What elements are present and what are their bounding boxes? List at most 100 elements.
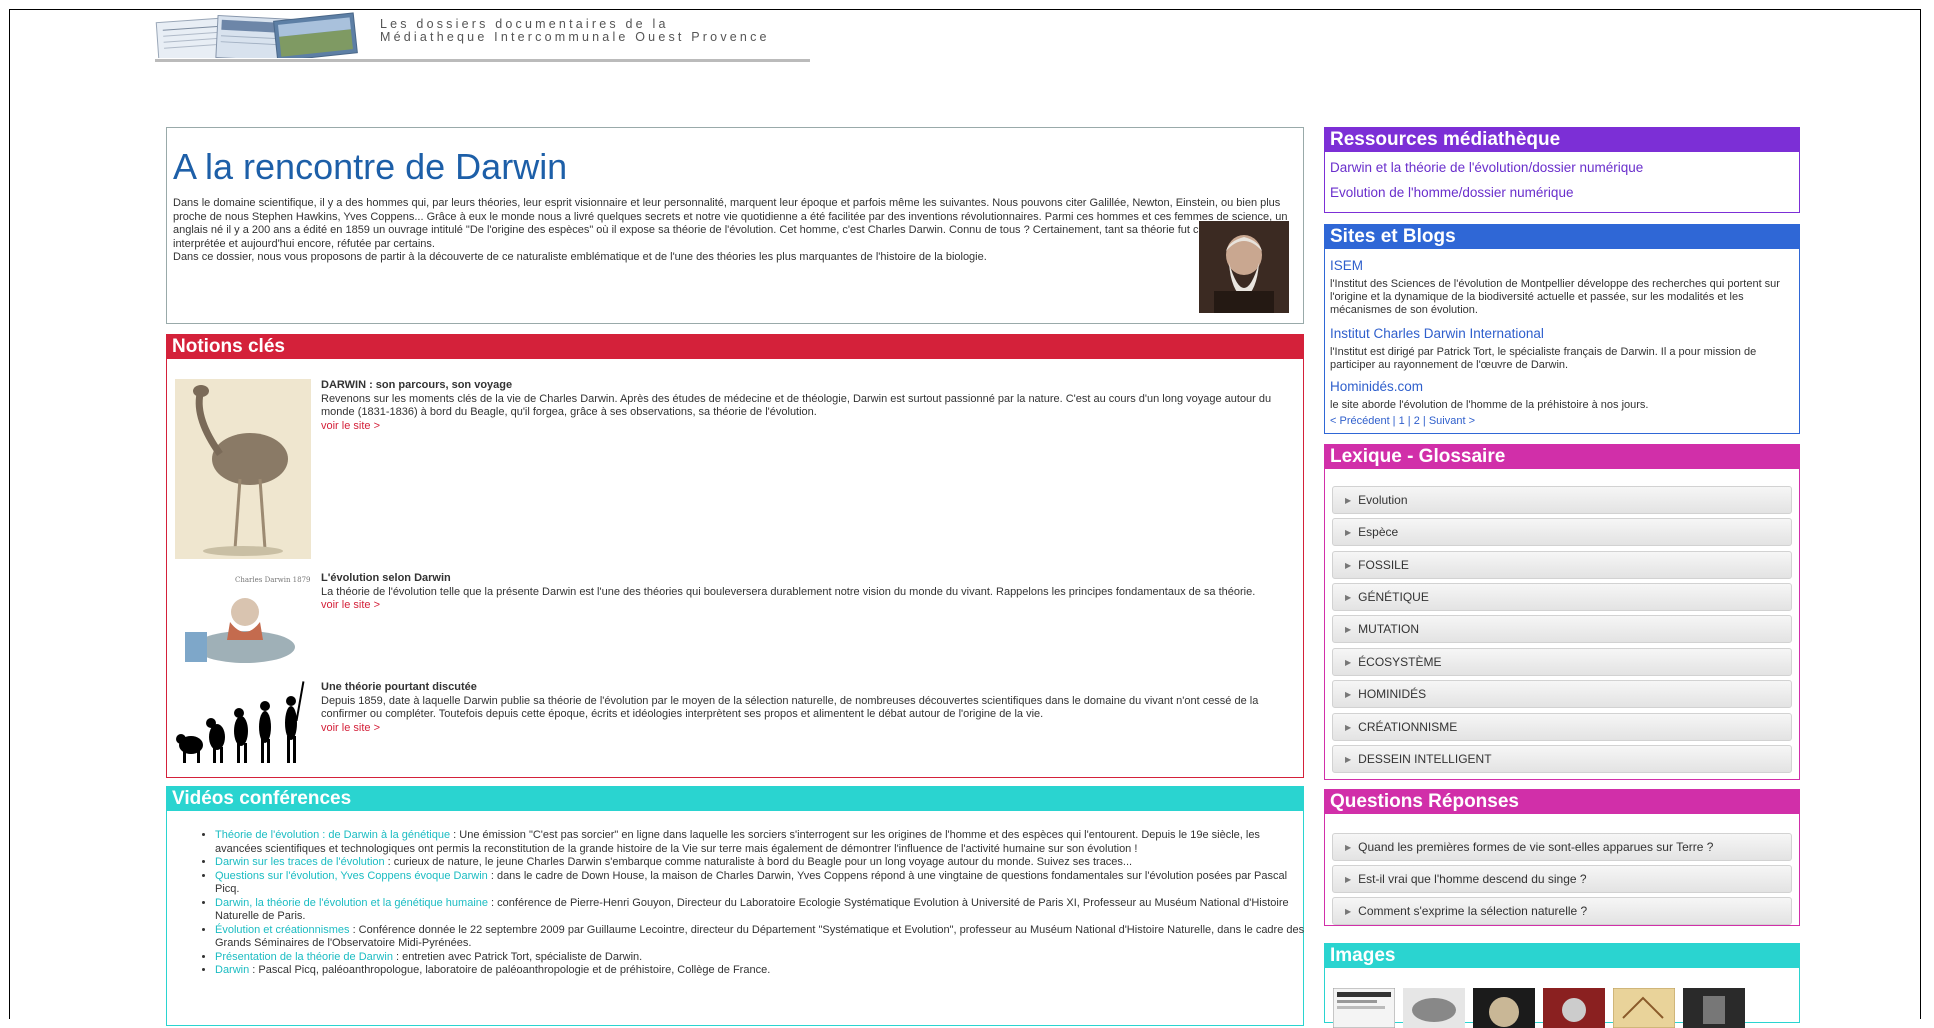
caret-right-icon: ▶ [1345,875,1352,884]
notion-title: L'évolution selon Darwin [321,572,451,584]
glossary-item-hominides[interactable]: ▶ HOMINIDÉS [1332,680,1792,708]
video-description: : entretien avec Patrick Tort, spécialis… [392,950,643,963]
banner-underline [155,59,810,62]
notion-body: Une théorie pourtant discutée Depuis 185… [321,681,1291,735]
evolution-silhouettes-image [175,681,311,765]
image-thumbnail[interactable] [1683,988,1745,1028]
site-description: le site aborde l'évolution de l'homme de… [1330,399,1649,411]
lexique-heading: Lexique - Glossaire [1325,445,1799,469]
image-thumbnail[interactable] [1613,988,1675,1028]
glossary-label: ÉCOSYSTÈME [1358,655,1442,669]
sites-et-blogs-box: Sites et Blogs ISEM l'Institut des Scien… [1324,224,1800,434]
images-heading: Images [1325,944,1799,968]
site-description: l'Institut des Sciences de l'évolution d… [1330,278,1780,316]
notions-cles-box: Notions clés DARWIN : son parcours, son … [166,334,1304,778]
pager-separator: | [1419,415,1429,427]
pager-separator: | [1389,415,1399,427]
glossary-item-dessein-intelligent[interactable]: ▶ DESSEIN INTELLIGENT [1332,745,1792,773]
video-item: Darwin, la théorie de l'évolution et la … [215,897,1309,924]
image-thumbnail[interactable] [1333,988,1395,1028]
caret-right-icon: ▶ [1345,723,1352,732]
notion-text: La théorie de l'évolution telle que la p… [321,585,1256,598]
video-link[interactable]: Questions sur l'évolution, Yves Coppens … [215,870,488,882]
video-description: : Conférence donnée le 22 septembre 2009… [215,923,1305,950]
intro-box: A la rencontre de Darwin Dans le domaine… [166,127,1304,324]
glossary-label: GÉNÉTIQUE [1358,590,1429,604]
questions-reponses-box: Questions Réponses ▶ Quand les premières … [1324,789,1800,926]
video-link[interactable]: Darwin, la théorie de l'évolution et la … [215,897,488,909]
notion-text: Depuis 1859, date à laquelle Darwin publ… [321,694,1259,721]
darwin-portrait-image [1199,221,1289,313]
site-item: Institut Charles Darwin International l'… [1330,325,1792,372]
glossary-label: HOMINIDÉS [1358,687,1427,701]
video-link[interactable]: Évolution et créationnismes [215,924,350,936]
sites-pagination: < Précédent | 1 | 2 | Suivant > [1330,415,1475,427]
glossary-item-espece[interactable]: ▶ Espèce [1332,518,1792,546]
site-item: Hominidés.com le site aborde l'évolution… [1330,378,1792,412]
pager-previous[interactable]: < Précédent [1330,415,1390,427]
lexique-glossaire-box: Lexique - Glossaire ▶ Evolution ▶ Espèce ▶… [1324,444,1800,780]
question-item[interactable]: ▶ Quand les premières formes de vie sont-… [1332,833,1792,861]
caret-right-icon: ▶ [1345,843,1352,852]
video-item: Darwin : Pascal Picq, paléoanthropologue… [215,964,1309,978]
questions-heading: Questions Réponses [1325,790,1799,814]
intro-paragraph-1: Dans le domaine scientifique, il y a des… [173,197,1288,250]
site-link[interactable]: Institut Charles Darwin International [1330,326,1544,341]
caret-right-icon: ▶ [1345,625,1352,634]
notion-title: Une théorie pourtant discutée [321,681,477,693]
site-banner[interactable]: Les dossiers documentaires de la Médiath… [155,10,810,62]
glossary-item-genetique[interactable]: ▶ GÉNÉTIQUE [1332,583,1792,611]
glossary-label: DESSEIN INTELLIGENT [1358,752,1492,766]
caret-right-icon: ▶ [1345,496,1352,505]
voir-le-site-link[interactable]: voir le site > [321,420,380,432]
video-item: Théorie de l'évolution : de Darwin à la … [215,829,1309,856]
question-item[interactable]: ▶ Comment s'exprime la sélection naturell… [1332,897,1792,925]
ressources-heading: Ressources médiathèque [1325,128,1799,152]
caret-right-icon: ▶ [1345,561,1352,570]
ressource-link[interactable]: Evolution de l'homme/dossier numérique [1330,185,1573,200]
videos-conferences-heading: Vidéos conférences [167,787,1303,811]
video-link[interactable]: Présentation de la théorie de Darwin [215,951,393,963]
image-thumbnail[interactable] [1473,988,1535,1028]
image-thumbnail[interactable] [1543,988,1605,1028]
caret-right-icon: ▶ [1345,593,1352,602]
darwin-turtle-caricature-image: Charles Darwin 1879 [175,572,311,672]
glossary-label: MUTATION [1358,622,1420,636]
caret-right-icon: ▶ [1345,658,1352,667]
video-item: Évolution et créationnismes : Conférence… [215,924,1309,951]
caret-right-icon: ▶ [1345,690,1352,699]
site-description: l'Institut est dirigé par Patrick Tort, … [1330,346,1757,371]
glossary-item-evolution[interactable]: ▶ Evolution [1332,486,1792,514]
glossary-label: FOSSILE [1358,558,1409,572]
glossary-label: CRÉATIONNISME [1358,720,1458,734]
banner-documents-image [155,12,370,58]
voir-le-site-link[interactable]: voir le site > [321,599,380,611]
glossary-label: Evolution [1358,493,1408,507]
pager-next[interactable]: Suivant > [1429,415,1475,427]
ressource-link[interactable]: Darwin et la théorie de l'évolution/doss… [1330,160,1643,175]
notion-body: DARWIN : son parcours, son voyage Reveno… [321,379,1291,433]
banner-text: Les dossiers documentaires de la Médiath… [380,18,770,44]
video-item: Questions sur l'évolution, Yves Coppens … [215,870,1309,897]
site-link[interactable]: Hominidés.com [1330,379,1423,394]
video-link[interactable]: Darwin [215,964,249,976]
glossary-item-fossile[interactable]: ▶ FOSSILE [1332,551,1792,579]
video-link[interactable]: Théorie de l'évolution : de Darwin à la … [215,829,450,841]
video-link[interactable]: Darwin sur les traces de l'évolution [215,856,385,868]
video-item: Présentation de la théorie de Darwin : e… [215,951,1309,965]
banner-line-2: Médiatheque Intercommunale Ouest Provenc… [380,30,770,44]
intro-paragraph-2: Dans ce dossier, nous vous proposons de … [173,251,987,263]
image-thumbnail[interactable] [1403,988,1465,1028]
page-title: A la rencontre de Darwin [173,146,568,187]
voir-le-site-link[interactable]: voir le site > [321,722,380,734]
site-link[interactable]: ISEM [1330,258,1363,273]
glossary-item-mutation[interactable]: ▶ MUTATION [1332,615,1792,643]
notion-text: Revenons sur les moments clés de la vie … [321,392,1272,419]
videos-list: Théorie de l'évolution : de Darwin à la … [201,829,1309,978]
glossary-item-ecosysteme[interactable]: ▶ ÉCOSYSTÈME [1332,648,1792,676]
question-label: Est-il vrai que l'homme descend du singe… [1358,872,1587,886]
videos-conferences-box: Vidéos conférences Théorie de l'évolutio… [166,786,1304,1026]
glossary-item-creationnisme[interactable]: ▶ CRÉATIONNISME [1332,713,1792,741]
images-box: Images [1324,943,1800,1028]
question-item[interactable]: ▶ Est-il vrai que l'homme descend du sing… [1332,865,1792,893]
